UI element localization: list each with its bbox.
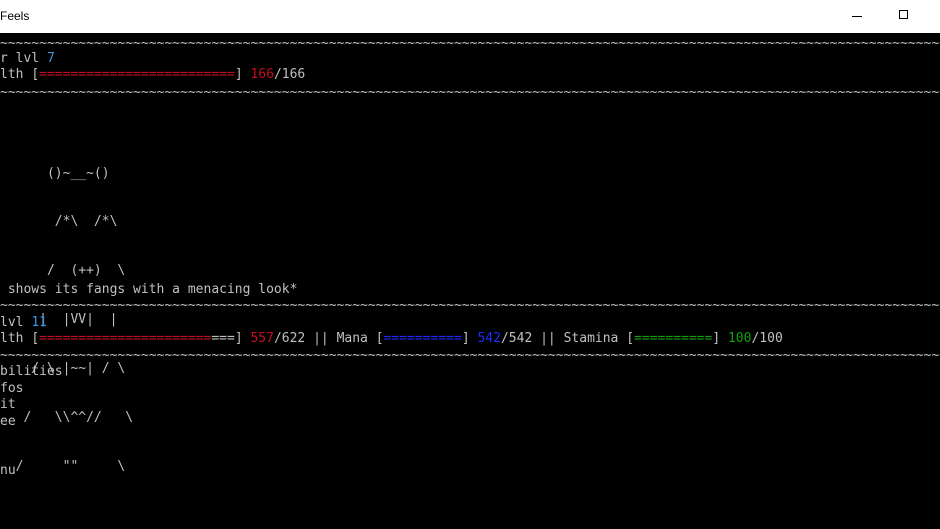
stamina-bar: ==========	[634, 331, 713, 346]
stamina-current: 100	[727, 331, 752, 346]
mana-current: 542	[477, 331, 501, 346]
menu-item-quit[interactable]: it	[0, 397, 16, 413]
enemy-health-current: 557	[250, 331, 274, 346]
separator-menu: ~~~~~~~~~~~~~~~~~~~~~~~~~~~~~~~~~~~~~~~~…	[0, 348, 940, 363]
separator-enemy: ~~~~~~~~~~~~~~~~~~~~~~~~~~~~~~~~~~~~~~~~…	[0, 298, 940, 313]
player-health-line: lth [=========================] 166/166	[0, 67, 306, 82]
player-health-current: 166	[250, 67, 274, 82]
mana-label: Mana	[336, 331, 376, 346]
menu-item-menu[interactable]: nu	[0, 463, 16, 479]
menu-item-infos[interactable]: fos	[0, 381, 23, 397]
enemy-health-bar: ======================	[39, 331, 212, 346]
mana-bar: ==========	[383, 331, 462, 346]
enemy-stats-line: lth [=========================] 557/622 …	[0, 331, 783, 346]
enemy-level: 11	[31, 315, 47, 330]
player-health-max: /166	[273, 67, 306, 82]
player-health-bar: =========================	[39, 67, 235, 82]
terminal-area: ~~~~~~~~~~~~~~~~~~~~~~~~~~~~~~~~~~~~~~~~…	[0, 33, 940, 529]
menu-item-flee[interactable]: ee	[0, 414, 16, 430]
window-titlebar[interactable]: Feels	[0, 0, 940, 33]
enemy-level-line: lvl 11	[0, 315, 47, 330]
separator-player: ~~~~~~~~~~~~~~~~~~~~~~~~~~~~~~~~~~~~~~~~…	[0, 85, 940, 100]
separator-top: ~~~~~~~~~~~~~~~~~~~~~~~~~~~~~~~~~~~~~~~~…	[0, 36, 940, 51]
player-level: 7	[46, 51, 55, 66]
stamina-label: Stamina	[563, 331, 627, 346]
combat-message: shows its fangs with a menacing look*	[0, 282, 298, 297]
menu-item-abilities[interactable]: bilities	[0, 364, 63, 380]
minimize-icon[interactable]	[847, 6, 867, 26]
window-title: Feels	[0, 9, 30, 23]
maximize-icon[interactable]	[894, 6, 914, 26]
player-level-line: r lvl 7	[0, 51, 55, 66]
